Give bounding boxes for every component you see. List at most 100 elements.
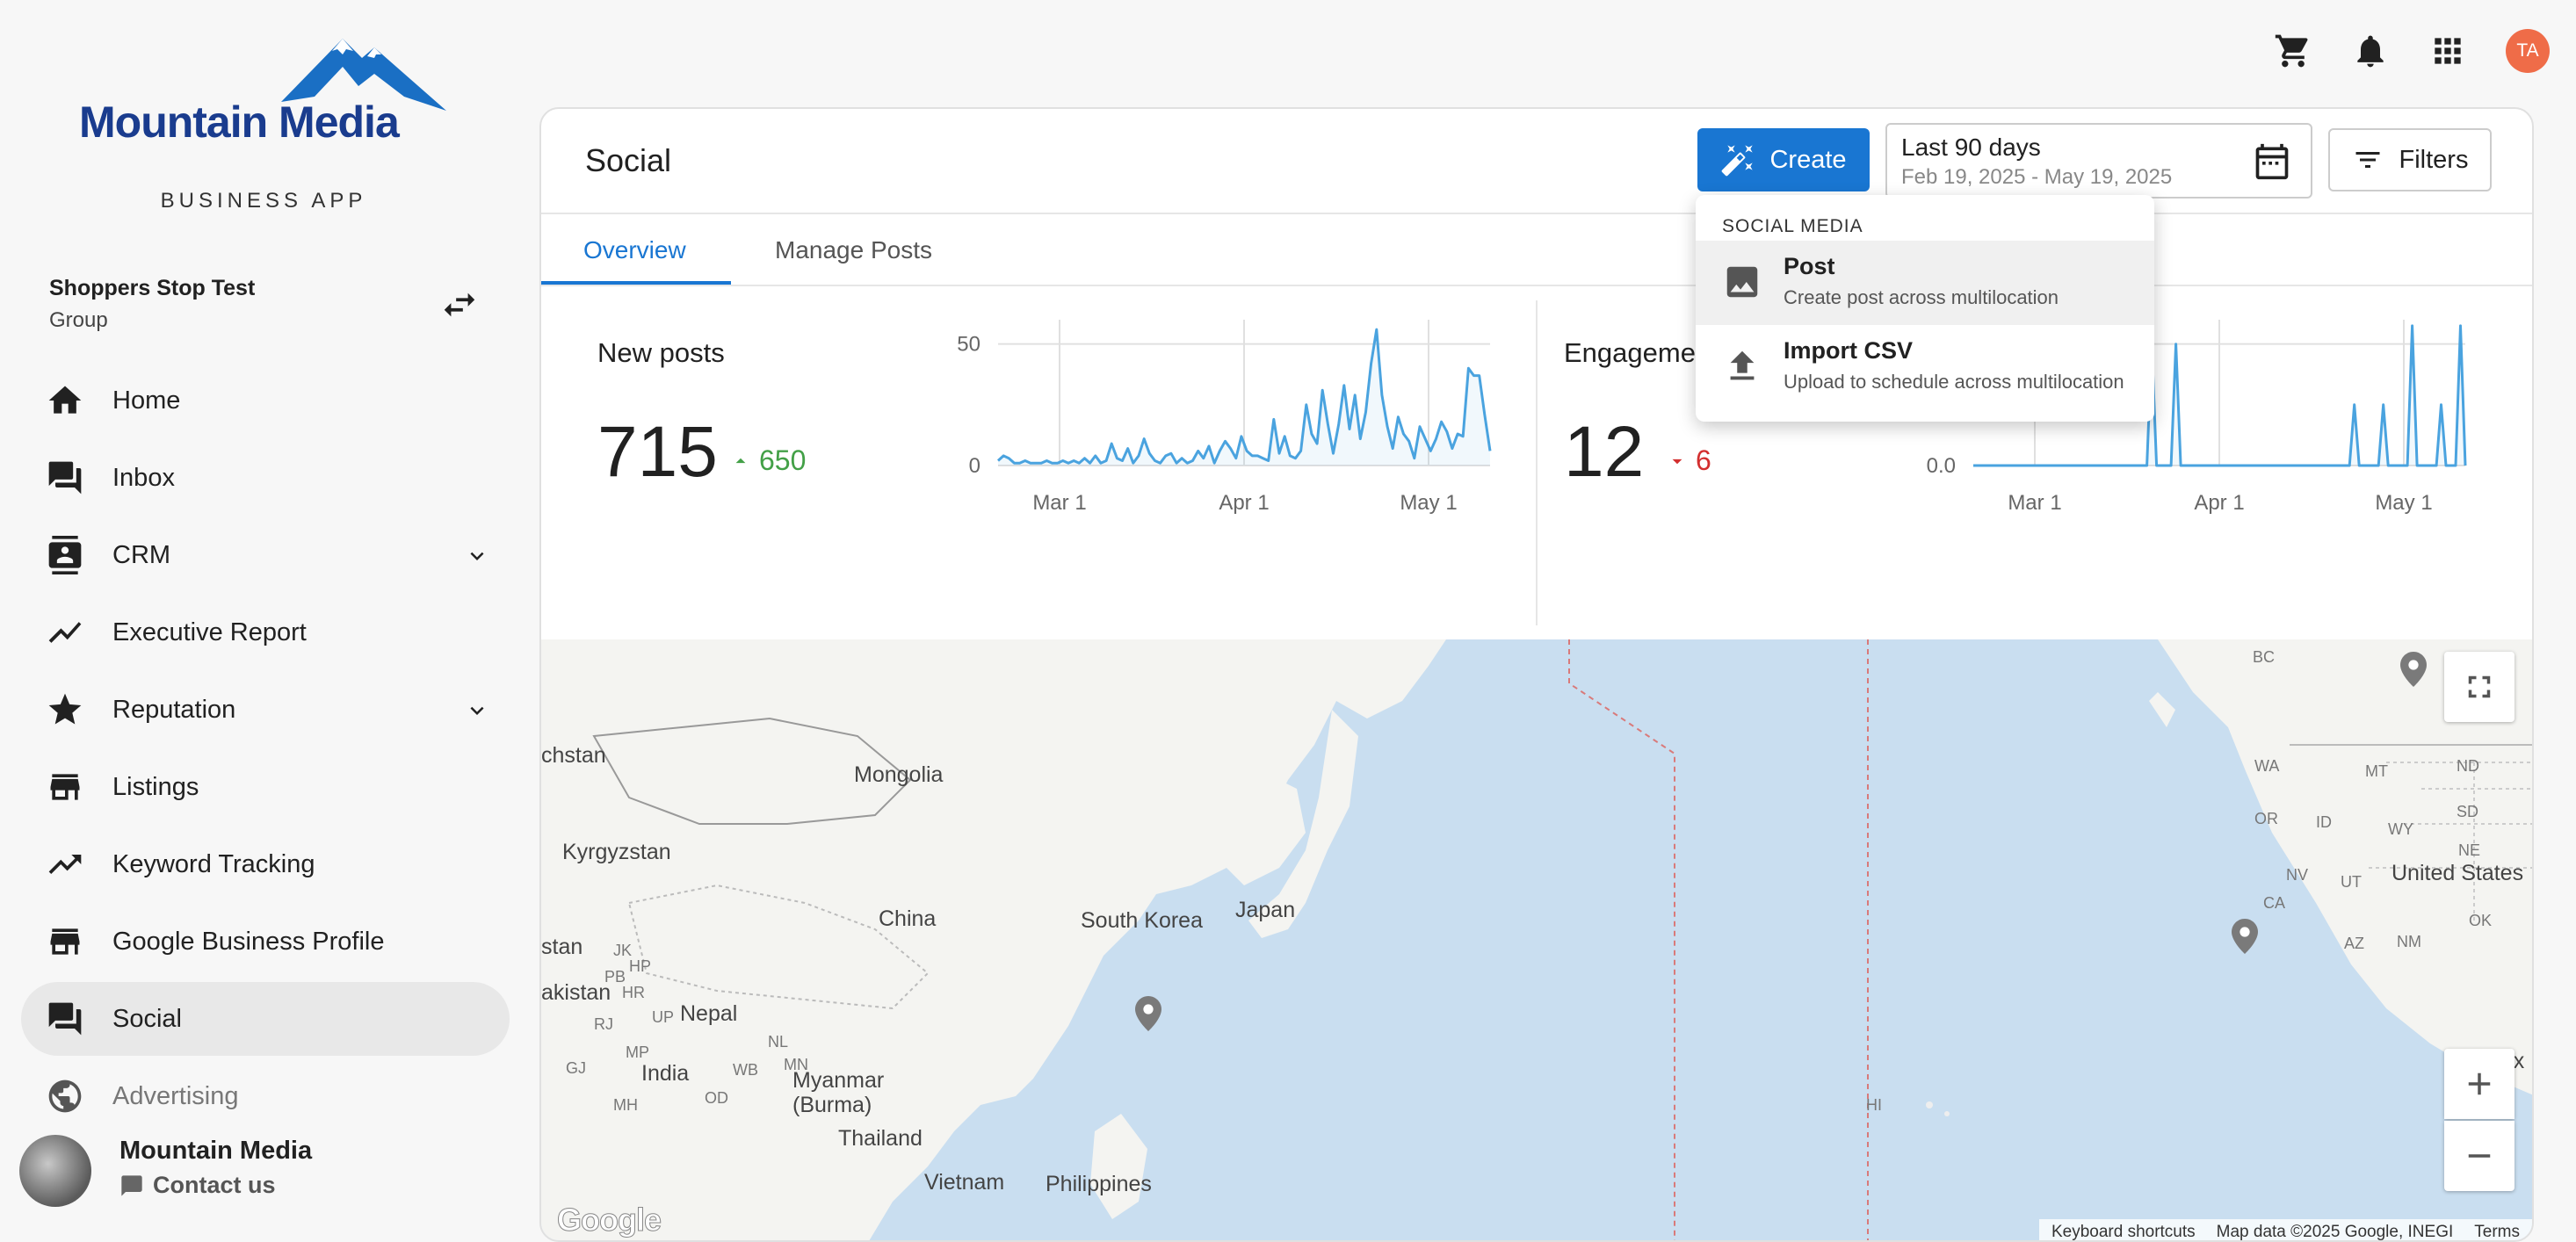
map-label: chstan	[541, 743, 606, 768]
top-bar: TA	[2274, 26, 2550, 76]
map-label: NE	[2458, 841, 2481, 859]
filters-button[interactable]: Filters	[2328, 128, 2492, 191]
map-label: HP	[629, 957, 652, 975]
map-label: United States	[2391, 861, 2524, 885]
delta-value: 6	[1696, 444, 1711, 476]
map-label: Japan	[1235, 898, 1296, 922]
cart-icon[interactable]	[2274, 32, 2312, 70]
tab-overview[interactable]: Overview	[583, 214, 686, 286]
tab-bar: Overview Manage Posts	[541, 214, 2532, 286]
location-pin-icon[interactable]	[1135, 996, 1161, 1031]
stat-delta: 650	[729, 444, 806, 477]
sidebar-item-reputation[interactable]: Reputation	[21, 673, 510, 747]
social-card: Social Create Last 90 days Feb 19, 2025 …	[539, 107, 2534, 1242]
map-label: MT	[2365, 762, 2388, 780]
filters-label: Filters	[2399, 145, 2469, 174]
date-range-picker[interactable]: Last 90 days Feb 19, 2025 - May 19, 2025	[1885, 123, 2312, 199]
avatar	[19, 1135, 91, 1207]
globe-icon	[48, 1080, 82, 1113]
sidebar-item-label: Google Business Profile	[112, 927, 385, 956]
user-avatar[interactable]: TA	[2506, 29, 2550, 73]
map-label: AZ	[2344, 935, 2365, 952]
sidebar-item-executive-report[interactable]: Executive Report	[21, 596, 510, 669]
zoom-out-button[interactable]	[2444, 1121, 2514, 1191]
map-label: MH	[613, 1096, 638, 1114]
map-label: MP	[626, 1043, 649, 1061]
sidebar-item-google-business-profile[interactable]: Google Business Profile	[21, 905, 510, 978]
upload-icon	[1730, 350, 1755, 380]
sidebar-item-label: Keyword Tracking	[112, 849, 315, 878]
y-tick-label: 0.0	[1927, 454, 1956, 478]
map-label: Kyrgyzstan	[562, 840, 671, 864]
stat-title: New posts	[597, 337, 725, 368]
swap-icon[interactable]	[439, 285, 480, 325]
sidebar-item-keyword-tracking[interactable]: Keyword Tracking	[21, 827, 510, 901]
chevron-down-icon[interactable]	[464, 543, 490, 569]
sidebar-item-crm[interactable]: CRM	[21, 518, 510, 592]
sidebar-item-home[interactable]: Home	[21, 364, 510, 437]
map-label: NV	[2286, 866, 2309, 884]
location-map[interactable]: Mongolia Kyrgyzstan chstan stan akistan …	[541, 639, 2532, 1240]
map-label: stan	[541, 935, 583, 959]
y-tick-label: 50	[957, 333, 980, 357]
fullscreen-icon	[2468, 675, 2491, 698]
sidebar-item-listings[interactable]: Listings	[21, 750, 510, 824]
x-tick-label: May 1	[2375, 491, 2432, 515]
sidebar-item-inbox[interactable]: Inbox	[21, 441, 510, 515]
profile-name: Mountain Media	[119, 1137, 313, 1165]
map-label: OR	[2254, 810, 2278, 827]
create-button[interactable]: Create	[1697, 128, 1870, 191]
account-switcher[interactable]: Shoppers Stop Test Group	[49, 276, 488, 333]
sidebar-item-social[interactable]: Social	[21, 982, 510, 1056]
map-label: WY	[2388, 820, 2413, 838]
map-label: HR	[622, 984, 645, 1001]
home-icon	[48, 386, 82, 414]
sidebar-item-label: Executive Report	[112, 617, 307, 646]
minus-icon	[2468, 1154, 2491, 1158]
keyboard-shortcuts-link[interactable]: Keyboard shortcuts	[2051, 1223, 2196, 1240]
tab-manage-posts[interactable]: Manage Posts	[775, 214, 932, 286]
stat-value: 12	[1564, 412, 1645, 492]
arrow-up-icon	[735, 458, 746, 463]
sidebar-item-label: Home	[112, 386, 181, 415]
map-label: BC	[2253, 648, 2276, 666]
map-label: akistan	[541, 980, 611, 1005]
create-menu: SOCIAL MEDIA Post Create post across mul…	[1696, 195, 2154, 422]
map-label: Philippines	[1046, 1172, 1152, 1196]
apps-grid-icon[interactable]	[2428, 32, 2467, 70]
map-label: Nepal	[680, 1001, 738, 1026]
sidebar-item-label: Listings	[112, 772, 199, 801]
map-label: NM	[2397, 933, 2421, 950]
map-label: OD	[705, 1089, 728, 1107]
map-label: China	[879, 906, 937, 931]
google-logo: Google	[557, 1202, 662, 1238]
star-icon	[48, 693, 82, 725]
contact-us-link[interactable]: Contact us	[119, 1172, 276, 1199]
bottom-profile[interactable]: Mountain Media Contact us	[0, 1121, 527, 1242]
map-footer: Keyboard shortcuts Map data ©2025 Google…	[2038, 1219, 2532, 1240]
bell-icon[interactable]	[2351, 32, 2390, 70]
stat-delta: 6	[1666, 444, 1711, 477]
menu-item-post[interactable]: Post Create post across multilocation	[1696, 241, 2154, 325]
menu-item-subtitle: Create post across multilocation	[1784, 286, 2059, 308]
map-label: India	[641, 1061, 690, 1086]
app-label: BUSINESS APP	[160, 189, 367, 213]
chevron-down-icon[interactable]	[464, 697, 490, 724]
mountain-media-logo[interactable]: Mountain Media	[79, 35, 457, 149]
x-tick-label: Mar 1	[1032, 491, 1086, 515]
menu-item-title: Post	[1784, 253, 1835, 279]
fullscreen-button[interactable]	[2444, 652, 2514, 722]
calendar-icon[interactable]	[2253, 142, 2291, 181]
arrow-down-icon	[1672, 459, 1682, 464]
chat-icon	[121, 1174, 142, 1196]
trending-up-icon	[48, 855, 82, 874]
menu-section-header: SOCIAL MEDIA	[1722, 216, 1863, 236]
menu-item-import-csv[interactable]: Import CSV Upload to schedule across mul…	[1696, 325, 2154, 409]
terms-link[interactable]: Terms	[2474, 1223, 2520, 1240]
location-pin-icon[interactable]	[2400, 652, 2427, 687]
page-title: Social	[585, 142, 672, 178]
sidebar-item-label: Social	[112, 1004, 182, 1033]
logo-text: Mountain Media	[79, 97, 400, 147]
location-pin-icon[interactable]	[2232, 919, 2258, 954]
zoom-in-button[interactable]	[2444, 1049, 2514, 1119]
